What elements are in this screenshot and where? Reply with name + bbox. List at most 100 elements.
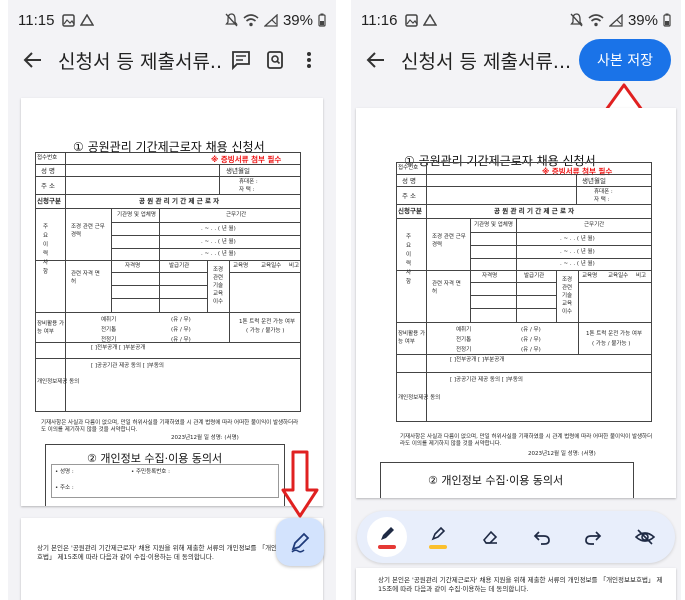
label-edu-name: 교육명 [233, 263, 249, 269]
eraser-icon [483, 530, 498, 544]
label-licenses: 관련 자격 면허 [432, 281, 461, 295]
label-disclose: [ ]전부공개 [ ]부분공개 [91, 345, 146, 351]
pen-color-swatch [377, 545, 396, 549]
label-licenses: 관련 자격 면허 [71, 271, 100, 285]
search-document-icon [267, 51, 283, 69]
drive-icon [423, 13, 438, 26]
period-row: . ~ . . ( 년 월) [560, 261, 595, 267]
pdf-page-1: ① 공원관리 기간제근로자 채용 신청서 ※ 증빙서류 첨부 필수 접수번호 성… [21, 98, 323, 506]
toggle-annotations-button[interactable] [625, 517, 665, 557]
period-row: . ~ . . ( 년 월) [201, 226, 236, 232]
label-main-career: 주요이력사항 [406, 234, 412, 285]
more-vert-icon [307, 52, 311, 68]
save-copy-button[interactable]: 사본 저장 [579, 39, 671, 81]
privacy-options: [ ]공공기관 제공 동의 [ ]부동의 [450, 377, 523, 383]
label-edu: 조경관련기술교육이수 [562, 277, 573, 315]
battery-icon [663, 13, 671, 27]
apply-category-value: 공 원 관 리 기 간 제 근 로 자 [139, 197, 220, 205]
period-row: . ~ . . ( 년 월) [560, 236, 595, 242]
driving-options: ( 가능 / 불가능 ) [592, 341, 631, 347]
undo-icon [533, 531, 550, 545]
gallery-icon [405, 13, 419, 27]
equip-item: 전기톱 [101, 327, 117, 333]
label-issuer: 발급기관 [169, 263, 190, 269]
label-landscape-career: 조경 관련 근무경력 [71, 224, 105, 238]
equip-yes-no: (유 / 무) [521, 347, 541, 353]
label-org-name: 기관명 및 업체명 [474, 222, 513, 228]
drive-icon [80, 13, 95, 26]
more-options-button[interactable] [292, 43, 326, 77]
label-note: 비고 [636, 273, 647, 279]
label-privacy: 개인정보제공 동의 [398, 395, 441, 401]
status-time: 11:15 [18, 11, 55, 29]
label-landscape-career: 조경 관련 근무경력 [432, 234, 466, 248]
label-home: 자 택 : [239, 187, 255, 193]
period-row: . ~ . . ( 년 월) [560, 249, 595, 255]
label-address: 주 소 [41, 182, 56, 190]
back-button[interactable] [361, 45, 391, 75]
label-birth: 생년월일 [582, 177, 606, 185]
highlighter-tool[interactable] [418, 517, 458, 557]
label-equip: 장비활용 가능 여부 [37, 321, 65, 335]
back-button[interactable] [18, 45, 48, 75]
label-privacy: 개인정보제공 동의 [37, 379, 80, 385]
consent-body: 상기 본인은 '공원관리 기간제근로자' 채용 지원을 위해 제출한 서류의 개… [378, 576, 663, 593]
gallery-icon [62, 13, 76, 27]
label-main-career: 주요이력사항 [43, 224, 49, 275]
redo-icon [585, 531, 602, 545]
status-time: 11:16 [361, 11, 398, 29]
label-apply-category: 신청구분 [37, 197, 61, 205]
label-driving: 1톤 트럭 운전 가능 여부 [239, 319, 296, 325]
apply-category-value: 공 원 관 리 기 간 제 근 로 자 [494, 207, 575, 215]
label-birth: 생년월일 [226, 167, 250, 175]
driving-options: ( 가능 / 불가능 ) [246, 328, 285, 334]
label-equip: 장비활용 가능 여부 [398, 331, 426, 345]
battery-level: 39% [627, 11, 658, 29]
battery-level: 39% [282, 11, 313, 29]
redo-button[interactable] [573, 517, 613, 557]
no-signal-icon [608, 13, 623, 27]
wifi-icon [243, 13, 259, 26]
equip-item: 예취기 [101, 317, 117, 323]
annotation-toolbar [357, 511, 675, 563]
comments-button[interactable] [224, 43, 258, 77]
label-period: 근무기간 [584, 222, 605, 228]
label-mobile: 휴대폰 : [594, 189, 613, 195]
period-row: . ~ . . ( 년 월) [201, 251, 236, 257]
label-name: 성 명 [41, 167, 56, 175]
app-bar: 신청서 등 제출서류... 사본 저장 [351, 39, 681, 81]
eraser-tool[interactable] [470, 517, 510, 557]
equip-yes-no: (유 / 무) [521, 337, 541, 343]
search-doc-button[interactable] [258, 43, 292, 77]
undo-button[interactable] [522, 517, 562, 557]
equip-yes-no: (유 / 무) [521, 327, 541, 333]
equip-yes-no: (유 / 무) [171, 317, 191, 323]
consent-title: ② 개인정보 수집·이용 동의서 [428, 474, 564, 487]
annotate-fab[interactable] [276, 518, 324, 566]
label-driving: 1톤 트럭 운전 가능 여부 [586, 331, 643, 337]
confirm-statement: 기재사항은 사실과 다름이 없으며, 만일 허위사실을 기재하였을 시 관계 법… [41, 420, 299, 433]
consent-name: • 성명 : [55, 469, 74, 475]
pen-icon [380, 527, 394, 540]
equip-item: 전정기 [101, 337, 117, 343]
battery-icon [318, 13, 326, 27]
label-disclose: [ ]전부공개 [ ]부분공개 [450, 357, 505, 363]
equip-item: 전정기 [456, 347, 472, 353]
hide-annotations-icon [635, 529, 656, 545]
label-org-name: 기관명 및 업체명 [117, 212, 156, 218]
label-license-name: 자격명 [482, 273, 498, 279]
label-apply-category: 신청구분 [398, 207, 422, 215]
highlighter-color-swatch [429, 545, 448, 549]
no-signal-icon [263, 13, 278, 27]
label-address: 주 소 [402, 192, 417, 200]
equip-yes-no: (유 / 무) [171, 337, 191, 343]
label-edu-days: 교육일수 [608, 273, 629, 279]
phone-screen-right: 11:16 39% 신청서 등 제출서류... 사본 저장 ① 공원관리 기간제… [351, 0, 681, 600]
consent-id: • 주민등록번호 : [131, 469, 170, 475]
pen-tool[interactable] [366, 517, 407, 557]
label-issuer: 발급기관 [524, 273, 545, 279]
status-bar: 11:16 39% [351, 0, 681, 40]
phone-screen-left: 11:15 39% 신청서 등 제출서류... ① 공원관리 기간제근로자 채용… [8, 0, 336, 600]
label-edu-days: 교육일수 [261, 263, 282, 269]
pdf-page-1: ① 공원관리 기간제근로자 채용 신청서 ※ 증빙서류 첨부 필수 접수번호 성… [356, 108, 676, 498]
